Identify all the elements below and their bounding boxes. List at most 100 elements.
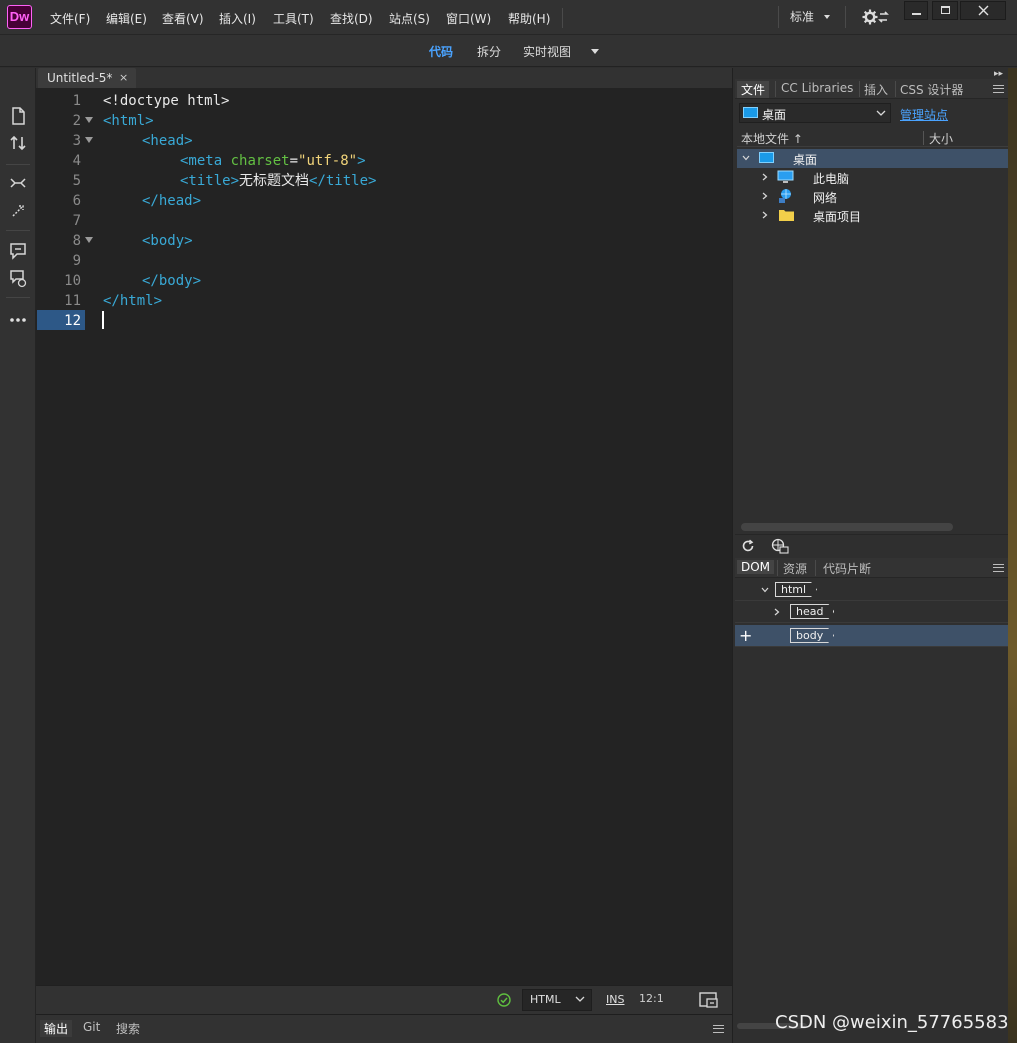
code-line-4: <meta charset="utf-8"> bbox=[180, 153, 366, 169]
size-column[interactable]: 大小 bbox=[929, 130, 953, 147]
no-errors-check-icon[interactable] bbox=[497, 993, 511, 1007]
split-view-button[interactable]: 拆分 bbox=[477, 43, 501, 60]
close-tab-icon[interactable]: × bbox=[119, 71, 128, 84]
live-view-button[interactable]: 实时视图 bbox=[523, 43, 571, 60]
tab-divider bbox=[815, 560, 816, 576]
menu-divider bbox=[562, 8, 563, 28]
tab-css-designer[interactable]: CSS 设计器 bbox=[900, 81, 963, 98]
computer-icon bbox=[777, 170, 794, 183]
remove-comment-icon[interactable] bbox=[7, 267, 29, 289]
fold-body-icon[interactable] bbox=[85, 237, 93, 243]
sync-settings-icon[interactable] bbox=[862, 8, 890, 26]
open-documents-icon[interactable] bbox=[7, 105, 29, 127]
toolbar-divider bbox=[6, 164, 30, 165]
tree-item-desktop[interactable]: 桌面 bbox=[737, 149, 1008, 168]
menu-file[interactable]: 文件(F) bbox=[50, 10, 90, 27]
chevron-right-icon[interactable] bbox=[773, 608, 781, 616]
line-number: 6 bbox=[72, 193, 81, 209]
minimize-button[interactable] bbox=[904, 1, 928, 20]
dom-panel-menu-icon[interactable] bbox=[993, 564, 1004, 572]
tab-divider bbox=[895, 81, 896, 97]
site-select[interactable]: 桌面 bbox=[739, 103, 891, 123]
tab-files[interactable]: 文件 bbox=[737, 81, 770, 98]
dom-panel: html head + body bbox=[735, 579, 1008, 1009]
file-management-icon[interactable] bbox=[7, 132, 29, 154]
current-line-number: 12 bbox=[64, 313, 81, 329]
tree-item-desktop-project[interactable]: 桌面项目 bbox=[737, 206, 1008, 225]
files-panel-menu-icon[interactable] bbox=[993, 85, 1004, 93]
tab-cc-libraries[interactable]: CC Libraries bbox=[781, 81, 853, 95]
menu-find[interactable]: 查找(D) bbox=[330, 10, 373, 27]
tree-item-label: 此电脑 bbox=[813, 172, 850, 186]
files-horizontal-scrollbar[interactable] bbox=[741, 523, 953, 531]
chevron-right-icon[interactable] bbox=[761, 192, 769, 200]
chevron-down-icon[interactable] bbox=[742, 154, 750, 162]
code-line-1: <!doctype html> bbox=[103, 93, 230, 109]
code-line-5: <title>无标题文档</title> bbox=[180, 173, 377, 189]
line-number: 2 bbox=[72, 113, 81, 129]
output-panel-menu-icon[interactable] bbox=[713, 1025, 724, 1033]
live-view-dropdown-icon[interactable] bbox=[591, 49, 599, 54]
document-type-select[interactable]: HTML bbox=[522, 989, 592, 1011]
watermark: CSDN @weixin_57765583 bbox=[775, 1012, 1009, 1033]
maximize-button[interactable] bbox=[932, 1, 958, 20]
code-view-button[interactable]: 代码 bbox=[429, 43, 453, 60]
menu-window[interactable]: 窗口(W) bbox=[446, 10, 491, 27]
toolbar-divider-2 bbox=[6, 230, 30, 231]
tab-assets[interactable]: 资源 bbox=[783, 560, 807, 577]
line-number: 3 bbox=[72, 133, 81, 149]
menu-view[interactable]: 查看(V) bbox=[162, 10, 204, 27]
tree-item-this-pc[interactable]: 此电脑 bbox=[737, 168, 1008, 187]
workspace-dropdown-icon[interactable] bbox=[824, 15, 830, 19]
tab-output[interactable]: 输出 bbox=[40, 1020, 73, 1037]
real-time-preview-icon[interactable] bbox=[698, 991, 720, 1010]
dreamweaver-logo[interactable]: Dw bbox=[7, 5, 32, 29]
more-tools-icon[interactable] bbox=[7, 309, 29, 331]
close-button[interactable] bbox=[960, 1, 1006, 20]
tab-snippets[interactable]: 代码片断 bbox=[823, 560, 871, 577]
code-line-11: </html> bbox=[103, 293, 163, 309]
tab-git[interactable]: Git bbox=[83, 1020, 100, 1034]
workspace-divider bbox=[778, 6, 779, 28]
chevron-right-icon[interactable] bbox=[761, 173, 769, 181]
collapse-code-icon[interactable] bbox=[7, 173, 29, 195]
connect-remote-icon[interactable] bbox=[771, 538, 789, 554]
chevron-right-icon[interactable] bbox=[761, 211, 769, 219]
insert-mode-toggle[interactable]: INS bbox=[606, 993, 624, 1006]
menu-site[interactable]: 站点(S) bbox=[389, 10, 430, 27]
add-element-icon[interactable]: + bbox=[739, 628, 752, 644]
refresh-icon[interactable] bbox=[741, 539, 755, 553]
apply-comment-icon[interactable] bbox=[7, 240, 29, 262]
tab-search[interactable]: 搜索 bbox=[116, 1020, 140, 1037]
dom-tag: head bbox=[790, 604, 834, 619]
document-tab[interactable]: Untitled-5* × bbox=[38, 68, 136, 88]
menu-help[interactable]: 帮助(H) bbox=[508, 10, 550, 27]
tab-insert[interactable]: 插入 bbox=[864, 81, 888, 98]
workspace-switcher[interactable]: 标准 bbox=[790, 8, 814, 25]
code-editor[interactable]: 1 2 3 4 5 6 7 8 9 10 11 12 <!doctype htm… bbox=[36, 88, 732, 985]
fold-head-icon[interactable] bbox=[85, 137, 93, 143]
local-files-column[interactable]: 本地文件 ↑ bbox=[741, 130, 803, 147]
code-line-3: <head> bbox=[142, 133, 193, 149]
line-number: 11 bbox=[64, 293, 81, 309]
chevron-down-icon[interactable] bbox=[761, 586, 769, 594]
menu-insert[interactable]: 插入(I) bbox=[219, 10, 256, 27]
fold-html-icon[interactable] bbox=[85, 117, 93, 123]
tab-dom[interactable]: DOM bbox=[737, 560, 775, 574]
document-tab-title: Untitled-5* bbox=[47, 71, 113, 85]
collapse-panels-icon[interactable]: ▸▸ bbox=[994, 69, 1003, 79]
line-number: 5 bbox=[72, 173, 81, 189]
dom-node-html[interactable]: html bbox=[735, 579, 1008, 601]
menu-edit[interactable]: 编辑(E) bbox=[106, 10, 147, 27]
view-switcher-bar: 代码 拆分 实时视图 bbox=[0, 35, 1017, 67]
menu-tools[interactable]: 工具(T) bbox=[273, 10, 314, 27]
dom-node-head[interactable]: head bbox=[735, 601, 1008, 623]
tree-item-network[interactable]: 网络 bbox=[737, 187, 1008, 206]
files-panel: 桌面 管理站点 本地文件 ↑ 大小 桌面 此电脑 网络 桌面项目 bbox=[735, 103, 1008, 536]
expand-code-icon[interactable] bbox=[7, 200, 29, 222]
dom-node-body[interactable]: + body bbox=[735, 625, 1008, 647]
toolbar-divider-3 bbox=[6, 297, 30, 298]
manage-sites-link[interactable]: 管理站点 bbox=[900, 106, 948, 123]
folder-icon bbox=[779, 210, 794, 221]
code-line-8: <body> bbox=[142, 233, 193, 249]
